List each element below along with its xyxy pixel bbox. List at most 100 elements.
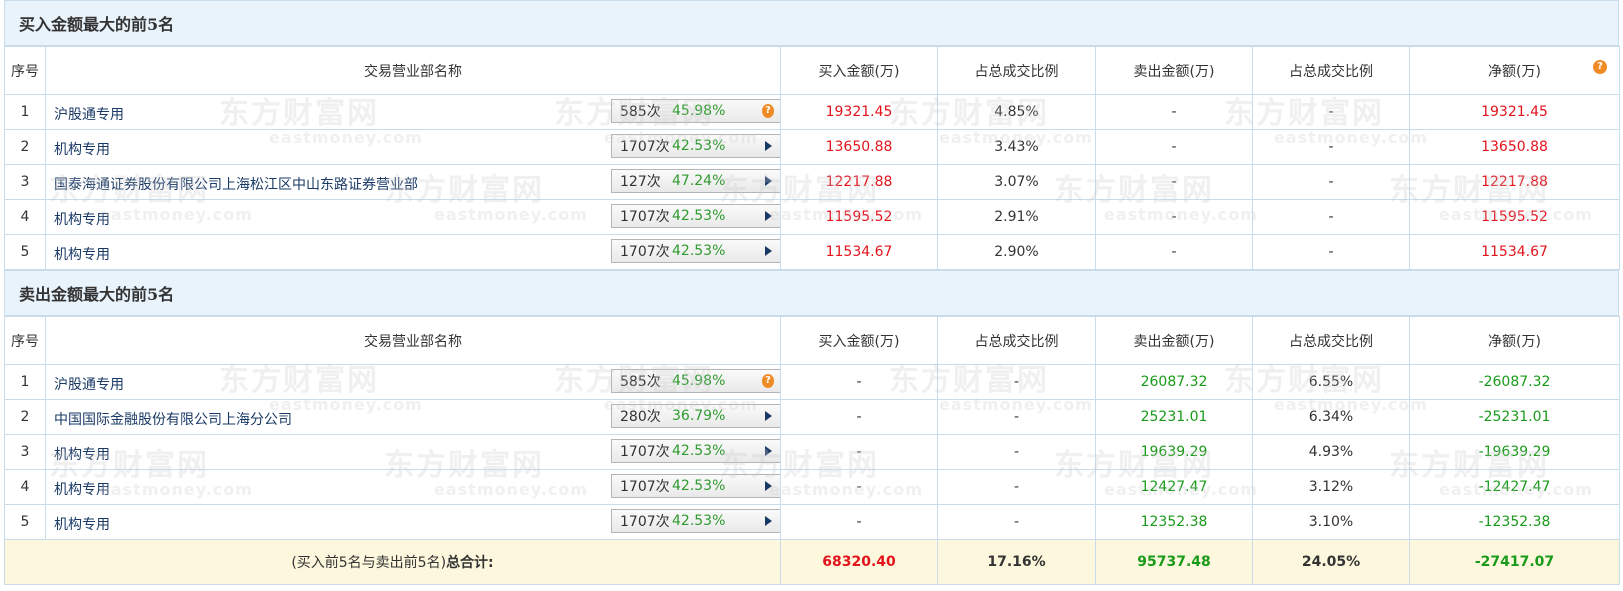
broker-stat-box[interactable]: 1707次 42.53%	[611, 134, 780, 158]
broker-name-link[interactable]: 沪股通专用	[54, 374, 124, 394]
buy-ratio: -	[937, 504, 1096, 540]
broker-stat-button[interactable]	[762, 445, 774, 457]
row-index: 3	[4, 164, 46, 200]
broker-name-link[interactable]: 机构专用	[54, 139, 110, 159]
net-amount: -25231.01	[1409, 399, 1620, 435]
broker-win-rate: 42.53%	[672, 243, 726, 259]
header-net-amount: 净额(万) ?	[1409, 46, 1620, 95]
table-row: 2 机构专用 1707次 42.53% 13650.88 3.43% - -13650.88	[4, 129, 1620, 165]
arrow-right-icon[interactable]	[764, 246, 772, 256]
header-buy-ratio: 占总成交比例	[937, 46, 1096, 95]
broker-cell: 机构专用 1707次 42.53%	[45, 434, 781, 470]
broker-stat-button[interactable]: ?	[762, 374, 774, 388]
net-amount: -19639.29	[1409, 434, 1620, 470]
broker-stat-button[interactable]: ?	[762, 104, 774, 118]
broker-stat-box[interactable]: 1707次 42.53%	[611, 439, 780, 463]
broker-stat-box[interactable]: 585次 45.98%?	[611, 99, 780, 123]
broker-name-link[interactable]: 国泰海通证券股份有限公司上海松江区中山东路证券营业部	[54, 174, 418, 194]
sell-amount: 25231.01	[1095, 399, 1253, 435]
net-amount: 19321.45	[1409, 94, 1620, 130]
broker-stat-box[interactable]: 585次 45.98%?	[611, 369, 780, 393]
broker-win-rate: 42.53%	[672, 513, 726, 529]
broker-trade-count: 1707次	[620, 139, 670, 155]
net-amount: 11595.52	[1409, 199, 1620, 235]
broker-name-link[interactable]: 机构专用	[54, 244, 110, 264]
buy-amount: 12217.88	[780, 164, 938, 200]
table-row: 2 中国国际金融股份有限公司上海分公司 280次 36.79% - -25231.01 6.…	[4, 399, 1620, 435]
broker-name-link[interactable]: 机构专用	[54, 444, 110, 464]
arrow-right-icon[interactable]	[764, 481, 772, 491]
sell-ratio: -	[1252, 164, 1410, 200]
sell-ratio: 6.55%	[1252, 364, 1410, 400]
broker-cell: 机构专用 1707次 42.53%	[45, 234, 781, 270]
buy-ratio: 3.07%	[937, 164, 1096, 200]
row-index: 2	[4, 129, 46, 165]
broker-win-rate: 45.98%	[672, 103, 726, 119]
buy-amount: -	[780, 504, 938, 540]
broker-stat-button[interactable]	[762, 140, 774, 152]
broker-stat-box[interactable]: 280次 36.79%	[611, 404, 780, 428]
broker-trade-count: 1707次	[620, 444, 670, 460]
sell-ratio: -	[1252, 94, 1410, 130]
broker-stat-box[interactable]: 1707次 42.53%	[611, 509, 780, 533]
sell-ratio: -	[1252, 199, 1410, 235]
sell-ratio: 3.12%	[1252, 469, 1410, 505]
broker-name-link[interactable]: 机构专用	[54, 209, 110, 229]
sell-ratio: 6.34%	[1252, 399, 1410, 435]
broker-stat-button[interactable]	[762, 245, 774, 257]
buy-amount: -	[780, 364, 938, 400]
buy-ratio: 2.91%	[937, 199, 1096, 235]
broker-stat-button[interactable]	[762, 480, 774, 492]
table-row: 3 机构专用 1707次 42.53% - -19639.29 4.93% -19639.29	[4, 434, 1620, 470]
total-label-prefix: (买入前5名与卖出前5名)	[291, 555, 447, 571]
row-index: 4	[4, 469, 46, 505]
broker-stat-button[interactable]	[762, 210, 774, 222]
header-index: 序号	[4, 316, 46, 365]
broker-name-link[interactable]: 机构专用	[54, 514, 110, 534]
sell-amount: -	[1095, 94, 1253, 130]
arrow-right-icon[interactable]	[764, 176, 772, 186]
broker-name-link[interactable]: 机构专用	[54, 479, 110, 499]
broker-stat-box[interactable]: 1707次 42.53%	[611, 474, 780, 498]
net-amount: -12352.38	[1409, 504, 1620, 540]
broker-win-rate: 36.79%	[672, 408, 726, 424]
broker-stat-box[interactable]: 127次 47.24%	[611, 169, 780, 193]
question-icon[interactable]: ?	[1593, 60, 1607, 74]
broker-stat-box[interactable]: 1707次 42.53%	[611, 239, 780, 263]
buy-ratio: -	[937, 469, 1096, 505]
broker-stat-button[interactable]	[762, 175, 774, 187]
broker-stat-box[interactable]: 1707次 42.53%	[611, 204, 780, 228]
question-icon[interactable]: ?	[762, 104, 774, 118]
arrow-right-icon[interactable]	[764, 516, 772, 526]
sell-amount: -	[1095, 164, 1253, 200]
arrow-right-icon[interactable]	[764, 141, 772, 151]
header-sell-ratio: 占总成交比例	[1252, 46, 1410, 95]
broker-stat-button[interactable]	[762, 410, 774, 422]
total-row: (买入前5名与卖出前5名)总合计: 68320.40 17.16% 95737.…	[4, 539, 1620, 585]
broker-cell: 机构专用 1707次 42.53%	[45, 199, 781, 235]
sell-amount: 12427.47	[1095, 469, 1253, 505]
broker-trade-count: 1707次	[620, 209, 670, 225]
sell-amount: -	[1095, 199, 1253, 235]
arrow-right-icon[interactable]	[764, 411, 772, 421]
header-broker-name: 交易营业部名称	[45, 46, 781, 95]
sell-amount: -	[1095, 234, 1253, 270]
broker-name-link[interactable]: 中国国际金融股份有限公司上海分公司	[54, 409, 292, 429]
row-index: 5	[4, 234, 46, 270]
broker-stat-button[interactable]	[762, 515, 774, 527]
question-icon[interactable]: ?	[762, 374, 774, 388]
broker-name-link[interactable]: 沪股通专用	[54, 104, 124, 124]
arrow-right-icon[interactable]	[764, 446, 772, 456]
sell-ratio: -	[1252, 234, 1410, 270]
broker-trade-count: 585次	[620, 104, 661, 120]
buy-ratio: 3.43%	[937, 129, 1096, 165]
table-row: 1 沪股通专用 585次 45.98%? 19321.45 4.85% - -19321.45	[4, 94, 1620, 130]
buy-ratio: -	[937, 364, 1096, 400]
table-row: 5 机构专用 1707次 42.53% 11534.67 2.90% - -11534.67	[4, 234, 1620, 270]
arrow-right-icon[interactable]	[764, 211, 772, 221]
buy-amount: 13650.88	[780, 129, 938, 165]
broker-cell: 机构专用 1707次 42.53%	[45, 469, 781, 505]
broker-cell: 国泰海通证券股份有限公司上海松江区中山东路证券营业部 127次 47.24%	[45, 164, 781, 200]
header-buy-amount: 买入金额(万)	[780, 46, 938, 95]
net-amount: 11534.67	[1409, 234, 1620, 270]
